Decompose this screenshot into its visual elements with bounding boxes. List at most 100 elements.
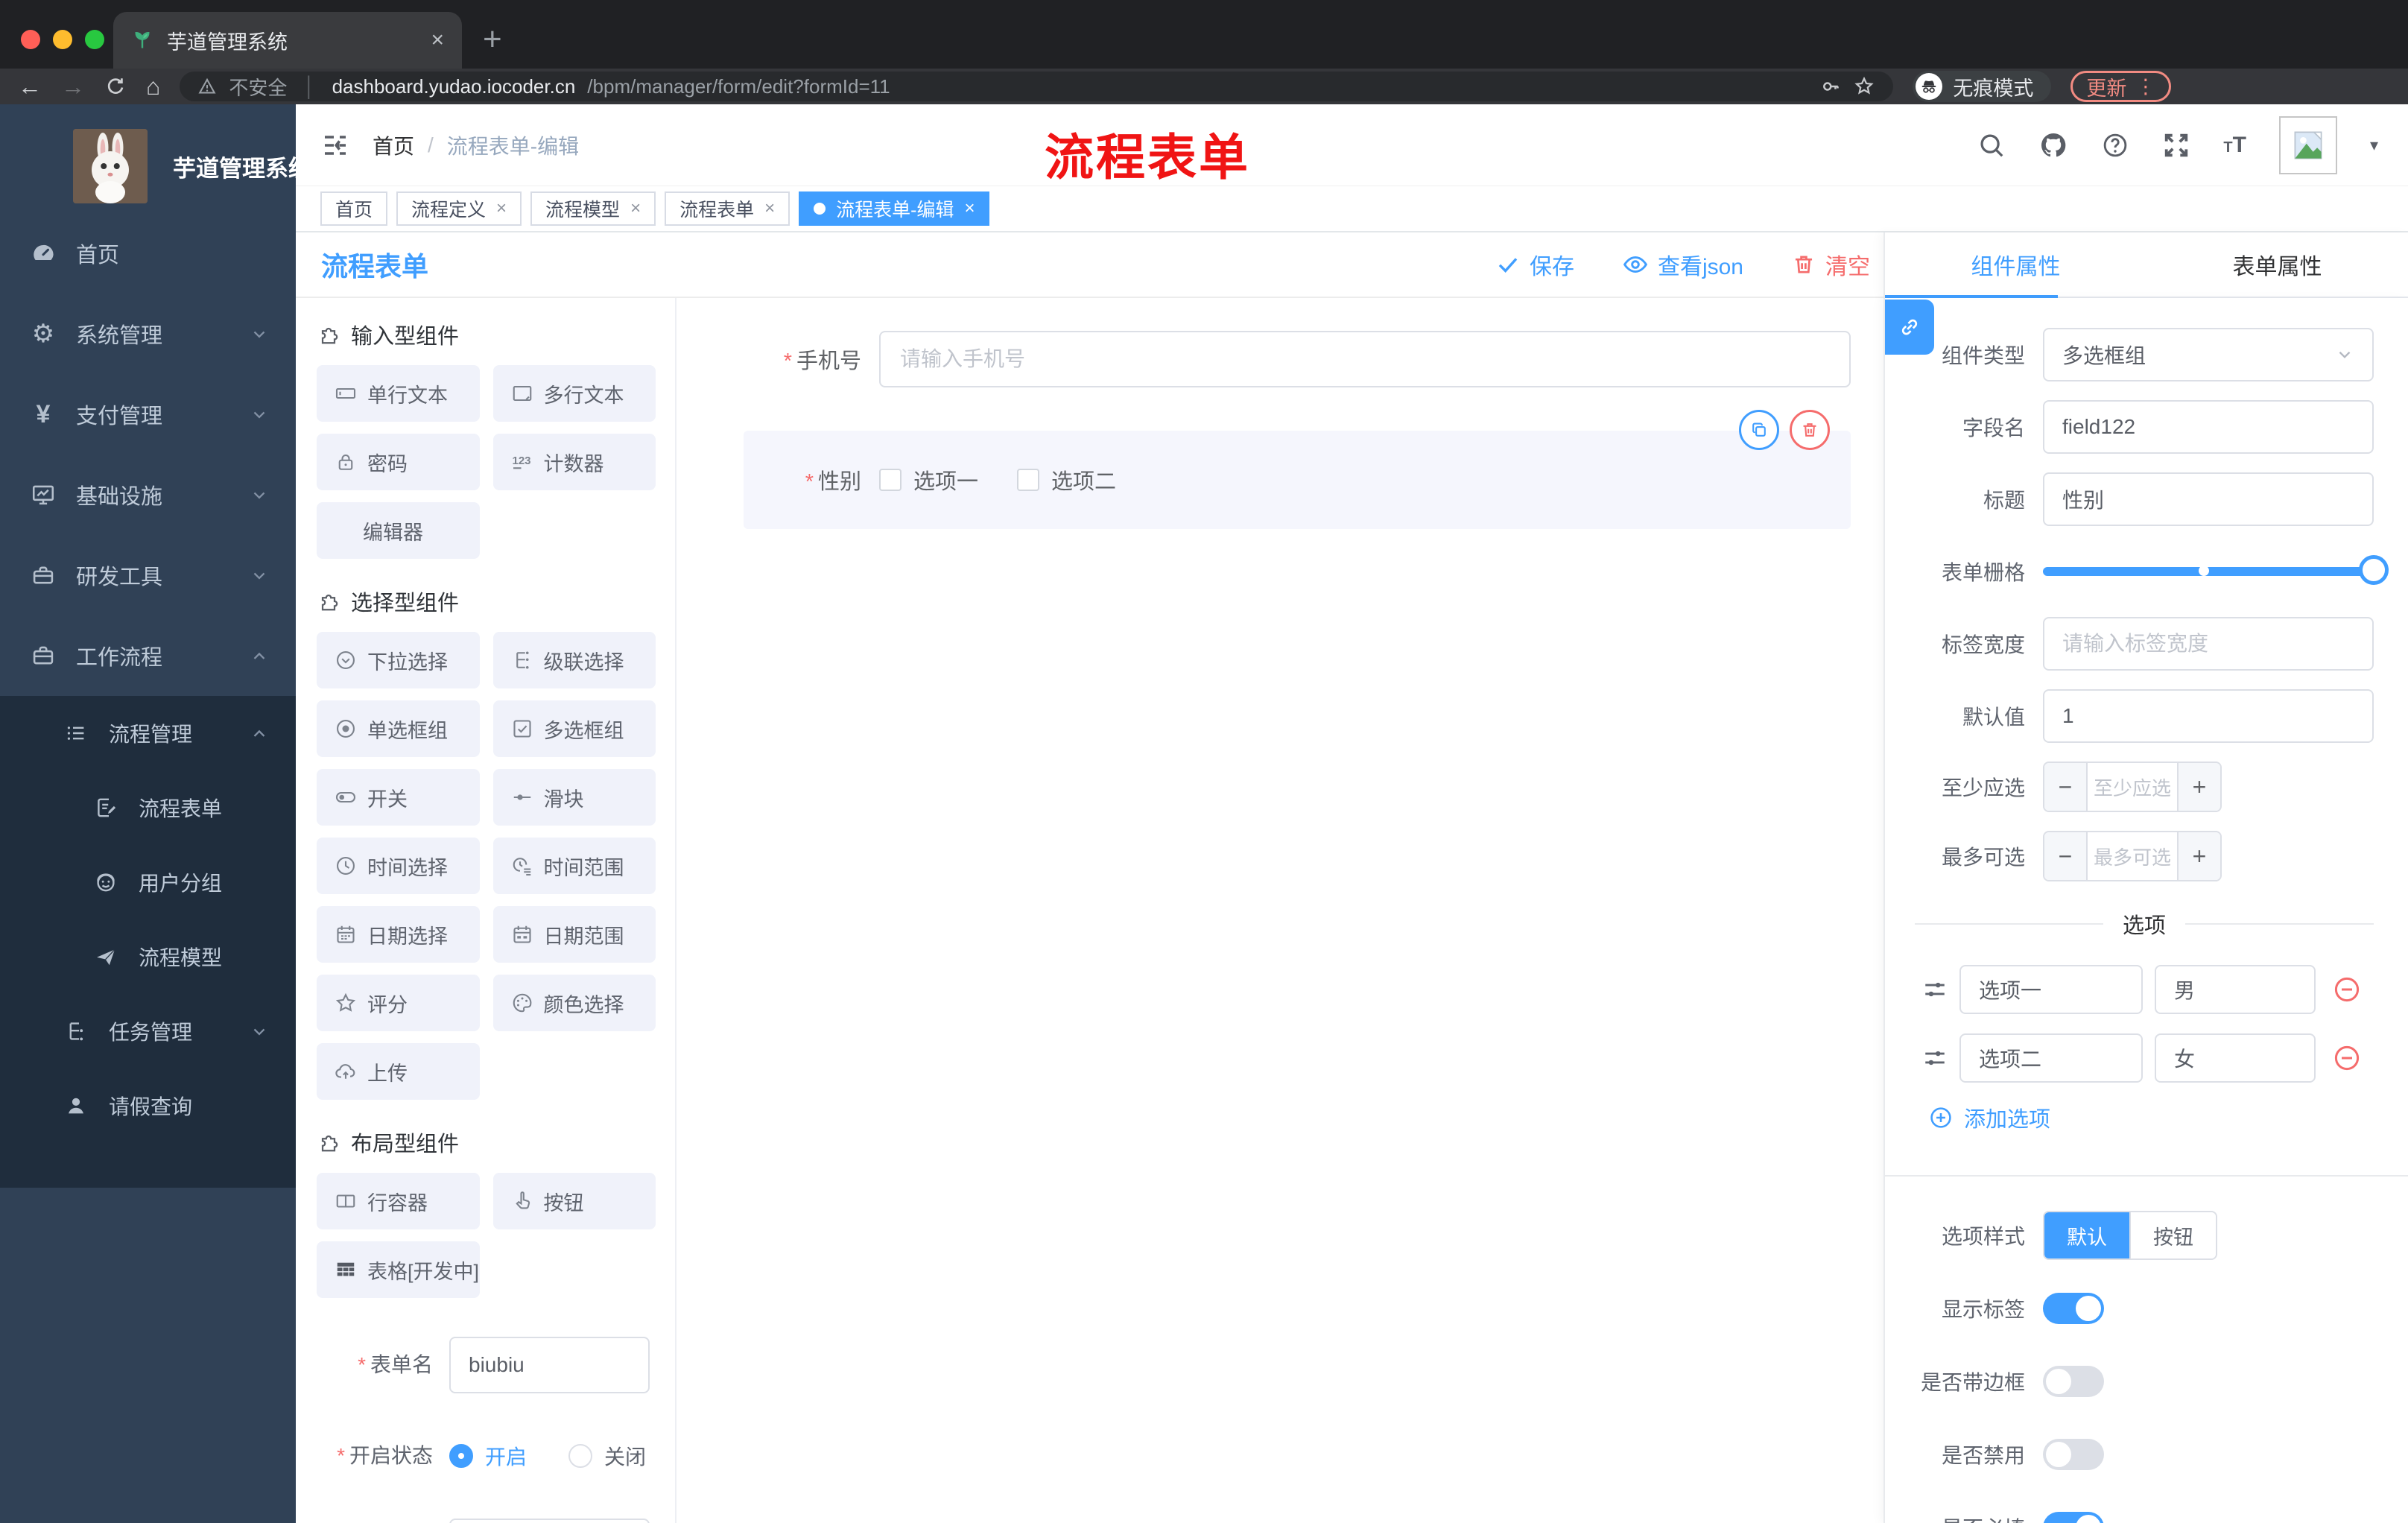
drag-handle-icon[interactable] [1922, 977, 1948, 1002]
add-option-button[interactable]: 添加选项 [1928, 1102, 2408, 1133]
tag-close-icon[interactable]: × [964, 198, 975, 219]
component-type-select[interactable]: 多选框组 [2043, 328, 2374, 381]
sidebar-item-leave-query[interactable]: 请假查询 [0, 1068, 296, 1143]
palette-item-color-picker[interactable]: 颜色选择 [492, 975, 656, 1031]
checkbox[interactable] [879, 469, 902, 491]
minimize-window-button[interactable] [53, 30, 72, 49]
style-default-button[interactable]: 默认 [2044, 1212, 2129, 1258]
stepper-minus-button[interactable]: − [2044, 832, 2088, 880]
sidebar-item-infra[interactable]: 基础设施 [0, 455, 296, 535]
binding-link-tab[interactable] [1885, 300, 1934, 355]
palette-item-row-container[interactable]: 行容器 [317, 1173, 480, 1229]
title-input[interactable] [2043, 472, 2374, 526]
clear-button[interactable]: 清空 [1791, 248, 1870, 281]
zoom-window-button[interactable] [85, 30, 104, 49]
border-toggle[interactable] [2043, 1366, 2104, 1397]
sidebar-item-workflow[interactable]: 工作流程 [0, 615, 296, 696]
default-value-input[interactable] [2043, 689, 2374, 743]
browser-update-button[interactable]: 更新 ⋮ [2070, 71, 2172, 102]
palette-item-switch[interactable]: 开关 [317, 769, 480, 826]
palette-item-time-picker[interactable]: 时间选择 [317, 838, 480, 894]
remove-option-button[interactable] [2332, 975, 2362, 1004]
save-button[interactable]: 保存 [1495, 248, 1574, 281]
close-window-button[interactable] [21, 30, 40, 49]
tag-process-form[interactable]: 流程表单 × [665, 191, 790, 226]
slider-handle[interactable] [2359, 555, 2389, 585]
delete-component-button[interactable] [1790, 410, 1830, 450]
field-name-input[interactable] [2043, 400, 2374, 454]
github-icon[interactable] [2038, 130, 2068, 160]
back-icon[interactable]: ← [18, 75, 42, 98]
stepper-minus-button[interactable]: − [2044, 763, 2088, 811]
checkbox[interactable] [1017, 469, 1040, 491]
option-value-input[interactable] [2155, 965, 2316, 1014]
gender-option-1-checkbox[interactable]: 选项一 [879, 464, 978, 495]
label-width-input[interactable] [2043, 617, 2374, 671]
palette-item-date-picker[interactable]: 日期选择 [317, 906, 480, 963]
option-value-input[interactable] [2155, 1033, 2316, 1083]
status-on-radio[interactable]: 开启 [449, 1441, 527, 1471]
required-toggle[interactable] [2043, 1512, 2104, 1523]
option-label-input[interactable] [1959, 965, 2143, 1014]
forward-icon[interactable]: → [61, 75, 85, 98]
slider-track[interactable] [2043, 555, 2389, 585]
tag-process-model[interactable]: 流程模型 × [530, 191, 656, 226]
palette-item-password[interactable]: 密码 [317, 434, 480, 490]
sidebar-item-home[interactable]: 首页 [0, 213, 296, 294]
tag-close-icon[interactable]: × [496, 198, 507, 219]
phone-input[interactable] [879, 331, 1851, 387]
avatar-caret-icon[interactable]: ▾ [2370, 136, 2378, 155]
sidebar-item-process-form[interactable]: 流程表单 [0, 770, 296, 845]
style-button-button[interactable]: 按钮 [2129, 1212, 2216, 1258]
palette-item-rate[interactable]: 评分 [317, 975, 480, 1031]
stepper-plus-button[interactable]: + [2177, 763, 2220, 811]
stepper-input[interactable]: 最多可选 [2088, 832, 2177, 880]
help-icon[interactable] [2101, 131, 2129, 159]
copy-component-button[interactable] [1739, 410, 1779, 450]
palette-item-radio-group[interactable]: 单选框组 [317, 700, 480, 757]
drag-handle-icon[interactable] [1922, 1045, 1948, 1071]
hamburger-icon[interactable] [320, 130, 350, 160]
palette-item-multi-line-text[interactable]: 多行文本 [492, 365, 656, 422]
breadcrumb-home[interactable]: 首页 [373, 130, 414, 160]
palette-item-button[interactable]: 按钮 [492, 1173, 656, 1229]
stepper-plus-button[interactable]: + [2177, 832, 2220, 880]
form-remark-textarea[interactable] [449, 1519, 650, 1523]
browser-menu-dots-icon[interactable]: ⋮ [2135, 75, 2155, 98]
new-tab-button[interactable]: + [483, 21, 502, 58]
palette-item-counter[interactable]: 123 计数器 [492, 434, 656, 490]
font-size-icon[interactable]: TT [2223, 133, 2246, 158]
search-icon[interactable] [1977, 131, 2006, 159]
gender-option-2-checkbox[interactable]: 选项二 [1017, 464, 1116, 495]
sidebar-item-task-manage[interactable]: 任务管理 [0, 994, 296, 1068]
option-label-input[interactable] [1959, 1033, 2143, 1083]
stepper-input[interactable]: 至少应选 [2088, 763, 2177, 811]
sidebar-item-payment[interactable]: ¥ 支付管理 [0, 374, 296, 455]
reload-icon[interactable] [104, 75, 127, 98]
tag-close-icon[interactable]: × [630, 198, 641, 219]
palette-item-cascader[interactable]: 级联选择 [492, 632, 656, 688]
palette-item-select[interactable]: 下拉选择 [317, 632, 480, 688]
palette-item-date-range[interactable]: 日期范围 [492, 906, 656, 963]
palette-item-single-line-text[interactable]: 单行文本 [317, 365, 480, 422]
home-icon[interactable]: ⌂ [146, 75, 160, 98]
palette-item-time-range[interactable]: 时间范围 [492, 838, 656, 894]
canvas-field-gender-selected[interactable]: * 性别 选项一 选项二 [744, 410, 1851, 529]
show-label-toggle[interactable] [2043, 1293, 2104, 1324]
sidebar-item-user-group[interactable]: 用户分组 [0, 845, 296, 919]
browser-tab[interactable]: 芋道管理系统 × [113, 12, 462, 69]
tag-close-icon[interactable]: × [764, 198, 775, 219]
tag-process-definition[interactable]: 流程定义 × [396, 191, 522, 226]
sidebar-item-devtools[interactable]: 研发工具 [0, 535, 296, 615]
key-icon[interactable] [1820, 76, 1841, 97]
address-bar[interactable]: 不安全 │ dashboard.yudao.iocoder.cn/bpm/man… [180, 72, 1894, 101]
tab-component-props[interactable]: 组件属性 [1885, 232, 2146, 297]
form-grid-slider[interactable] [2043, 545, 2389, 598]
sidebar-item-system[interactable]: ⚙ 系统管理 [0, 294, 296, 374]
view-json-button[interactable]: 查看json [1622, 248, 1743, 281]
bookmark-star-icon[interactable] [1853, 75, 1875, 98]
sidebar-item-process-manage[interactable]: 流程管理 [0, 696, 296, 770]
palette-item-editor[interactable]: 编辑器 [317, 502, 480, 559]
status-off-radio[interactable]: 关闭 [568, 1441, 646, 1471]
palette-item-upload[interactable]: 上传 [317, 1043, 480, 1100]
